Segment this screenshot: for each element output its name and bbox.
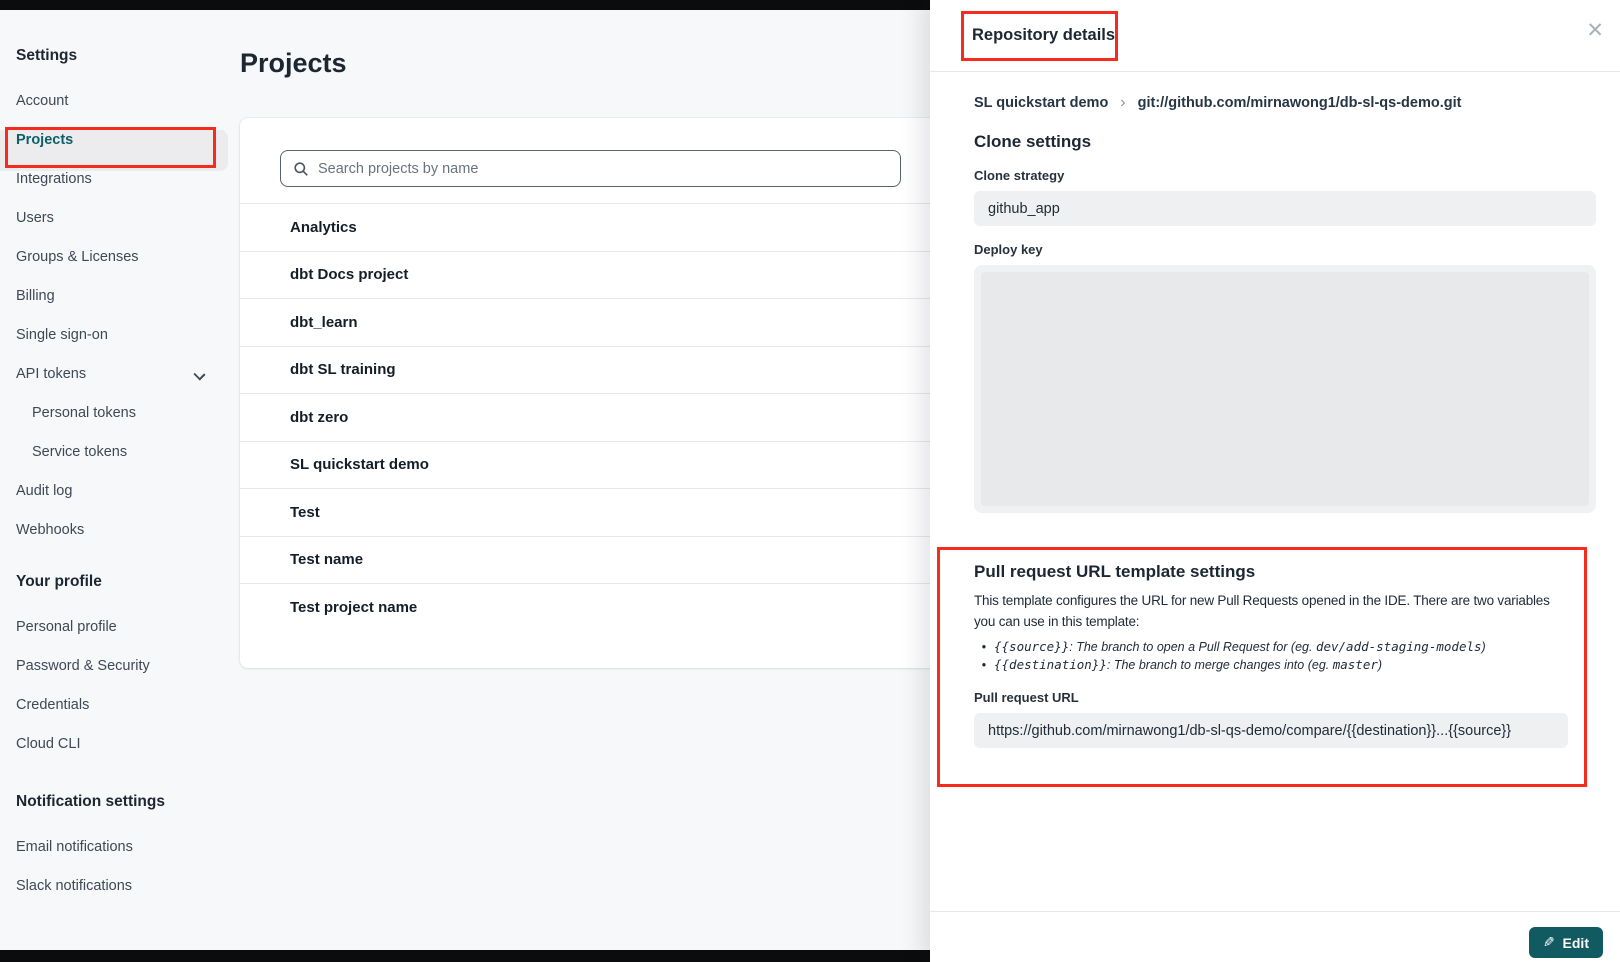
sidebar-item-cloud-cli[interactable]: Cloud CLI	[0, 725, 230, 764]
bullet-icon: •	[974, 657, 994, 674]
pr-variable-destination: • {{destination}}: The branch to merge c…	[974, 656, 1568, 674]
pull-request-url-label: Pull request URL	[974, 690, 1568, 705]
sidebar-item-users[interactable]: Users	[0, 199, 230, 238]
sidebar-item-api-tokens[interactable]: API tokens	[0, 355, 230, 394]
pencil-icon: ✎	[1543, 934, 1555, 951]
deploy-key-redacted-content	[981, 272, 1589, 506]
drawer-footer: ✎ Edit	[930, 911, 1620, 962]
repository-details-drawer: Repository details ✕ SL quickstart demo …	[930, 0, 1620, 962]
pull-request-template-section: Pull request URL template settings This …	[937, 547, 1587, 787]
sidebar-item-credentials[interactable]: Credentials	[0, 686, 230, 725]
breadcrumb-project[interactable]: SL quickstart demo	[974, 95, 1108, 111]
page-title: Projects	[240, 48, 347, 79]
clone-strategy-label: Clone strategy	[974, 168, 1596, 183]
deploy-key-label: Deploy key	[974, 242, 1596, 257]
deploy-key-field	[974, 265, 1596, 513]
pr-template-heading: Pull request URL template settings	[974, 562, 1568, 582]
sidebar-item-billing[interactable]: Billing	[0, 277, 230, 316]
sidebar-item-single-sign-on[interactable]: Single sign-on	[0, 316, 230, 355]
search-input[interactable]	[318, 161, 888, 177]
pull-request-url-field: https://github.com/mirnawong1/db-sl-qs-d…	[974, 713, 1568, 748]
sidebar-section-notification-settings: Notification settings	[0, 790, 230, 814]
sidebar-item-audit-log[interactable]: Audit log	[0, 472, 230, 511]
sidebar-item-webhooks[interactable]: Webhooks	[0, 511, 230, 550]
drawer-body: SL quickstart demo › git://github.com/mi…	[930, 72, 1620, 787]
pr-template-description: This template configures the URL for new…	[974, 590, 1568, 632]
breadcrumb-chevron-icon: ›	[1120, 94, 1125, 112]
drawer-title: Repository details	[972, 26, 1115, 45]
search-projects-box[interactable]	[280, 150, 901, 187]
breadcrumb-repo-url: git://github.com/mirnawong1/db-sl-qs-dem…	[1138, 95, 1462, 111]
sidebar-item-personal-profile[interactable]: Personal profile	[0, 608, 230, 647]
sidebar-item-email-notifications[interactable]: Email notifications	[0, 828, 230, 867]
sidebar-item-personal-tokens[interactable]: Personal tokens	[0, 394, 230, 433]
sidebar-item-account[interactable]: Account	[0, 82, 230, 121]
sidebar-section-settings: Settings	[0, 44, 230, 68]
sidebar-item-integrations[interactable]: Integrations	[0, 160, 230, 199]
clone-strategy-field: github_app	[974, 191, 1596, 226]
edit-button[interactable]: ✎ Edit	[1529, 927, 1603, 958]
clone-settings-heading: Clone settings	[974, 132, 1596, 152]
pr-template-variables: • {{source}}: The branch to open a Pull …	[974, 638, 1568, 674]
sidebar-item-password-security[interactable]: Password & Security	[0, 647, 230, 686]
sidebar-item-slack-notifications[interactable]: Slack notifications	[0, 867, 230, 906]
bullet-icon: •	[974, 639, 994, 656]
breadcrumb: SL quickstart demo › git://github.com/mi…	[974, 94, 1596, 112]
search-icon	[293, 161, 309, 177]
sidebar-item-groups-licenses[interactable]: Groups & Licenses	[0, 238, 230, 277]
drawer-header: Repository details ✕	[930, 0, 1620, 72]
pr-variable-source: • {{source}}: The branch to open a Pull …	[974, 638, 1568, 656]
settings-sidebar: Settings Account Projects Integrations U…	[0, 10, 230, 950]
close-icon[interactable]: ✕	[1586, 20, 1604, 41]
chevron-down-icon	[193, 368, 205, 380]
sidebar-item-service-tokens[interactable]: Service tokens	[0, 433, 230, 472]
sidebar-section-your-profile: Your profile	[0, 570, 230, 594]
sidebar-item-projects[interactable]: Projects	[0, 121, 230, 160]
